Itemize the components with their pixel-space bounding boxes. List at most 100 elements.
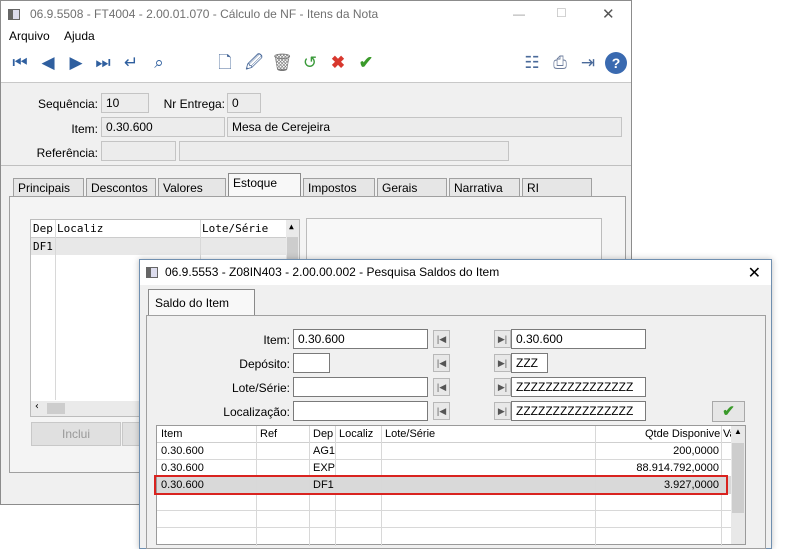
range-start-icon[interactable]: |◀ [433, 330, 450, 348]
filter-localizacao-label: Localização: [223, 405, 290, 419]
item-field[interactable]: 0.30.600 [101, 117, 225, 137]
tab-gerais[interactable]: Gerais [377, 178, 447, 196]
checkmark-icon: ✔ [722, 403, 735, 420]
grid-line [157, 527, 731, 528]
range-start-icon[interactable]: |◀ [433, 354, 450, 372]
localizacao-to-input[interactable]: ZZZZZZZZZZZZZZZZ [511, 401, 646, 421]
scroll-up-icon[interactable]: ▲ [734, 427, 742, 436]
lote-serie-from-input[interactable] [293, 377, 428, 397]
undo-icon[interactable]: ↺ [299, 52, 321, 74]
scroll-left-icon[interactable]: ‹ [34, 401, 40, 412]
referencia-description-field [179, 141, 509, 161]
menu-arquivo[interactable]: Arquivo [9, 29, 50, 43]
help-icon[interactable]: ? [605, 52, 627, 74]
main-title: 06.9.5508 - FT4004 - 2.00.01.070 - Cálcu… [30, 7, 379, 21]
menu-bar: Arquivo Ajuda [1, 28, 631, 46]
tab-narrativa[interactable]: Narrativa [449, 178, 520, 196]
grid-line [55, 220, 56, 400]
item-to-input[interactable]: 0.30.600 [511, 329, 646, 349]
dialog-title: 06.9.5553 - Z08IN403 - 2.00.00.002 - Pes… [165, 265, 500, 279]
exit-icon[interactable]: ⇥ [577, 52, 599, 74]
tab-descontos[interactable]: Descontos [86, 178, 156, 196]
col-ref: Ref [260, 428, 278, 440]
dialog-close-icon[interactable]: ✕ [748, 263, 761, 283]
deposito-to-input[interactable]: ZZZ [511, 353, 548, 373]
confirm-search-button[interactable]: ✔ [712, 401, 745, 422]
referencia-field[interactable] [101, 141, 176, 161]
col-item: Item [161, 428, 183, 440]
dialog-titlebar: 06.9.5553 - Z08IN403 - 2.00.00.002 - Pes… [140, 260, 771, 285]
prev-record-icon[interactable]: ◀ [37, 52, 59, 74]
item-from-input[interactable]: 0.30.600 [293, 329, 428, 349]
results-grid-header: Item Ref Dep Localiz Lote/Série Qtde Dis… [157, 426, 736, 443]
deposito-from-input[interactable] [293, 353, 330, 373]
range-start-icon[interactable]: |◀ [433, 402, 450, 420]
col-lote-serie: Lote/Série [385, 428, 436, 440]
filter-item-label: Item: [263, 333, 290, 347]
scroll-thumb-h[interactable] [47, 403, 65, 414]
edit-record-icon[interactable]: 🖉 [243, 52, 265, 74]
referencia-label: Referência: [36, 146, 98, 160]
cell-dep: EXP [313, 462, 336, 474]
highlight-box [154, 475, 728, 495]
first-record-icon[interactable]: ⏮ [9, 52, 31, 74]
tab-ri[interactable]: RI [522, 178, 592, 196]
minimize-icon[interactable]: — [513, 7, 525, 21]
return-icon[interactable]: ↵ [120, 52, 142, 74]
vertical-scrollbar[interactable]: ▲ [731, 426, 745, 544]
cell-item: 0.30.600 [161, 445, 204, 457]
results-grid[interactable]: Item Ref Dep Localiz Lote/Série Qtde Dis… [154, 425, 746, 546]
menu-ajuda[interactable]: Ajuda [64, 29, 95, 43]
app-icon [8, 9, 20, 20]
delete-icon[interactable]: 🗑 [271, 52, 293, 74]
sequencia-label: Sequência: [37, 97, 98, 111]
lote-serie-to-input[interactable]: ZZZZZZZZZZZZZZZZ [511, 377, 646, 397]
tree-icon[interactable]: ☷ [521, 52, 543, 74]
col-localiz: Localiz [57, 222, 104, 235]
inclui-button[interactable]: Inclui [31, 422, 121, 446]
print-icon[interactable]: ⎙ [549, 52, 571, 74]
grid-line [157, 459, 731, 460]
scroll-up-icon[interactable]: ▲ [289, 222, 294, 231]
confirm-icon[interactable]: ✔ [355, 52, 377, 74]
table-row[interactable]: DF1 [31, 238, 299, 255]
last-record-icon[interactable]: ⏭ [92, 52, 114, 74]
item-description-field: Mesa de Cerejeira [227, 117, 622, 137]
maximize-icon[interactable]: ☐ [556, 6, 567, 20]
cancel-icon[interactable]: ✖ [327, 52, 349, 74]
cell-dep: DF1 [33, 240, 53, 253]
sequencia-field[interactable]: 10 [101, 93, 149, 113]
table-row[interactable]: 0.30.600 AG1 200,0000 [157, 443, 731, 460]
filter-lote-serie-label: Lote/Série: [231, 381, 290, 395]
range-start-icon[interactable]: |◀ [433, 378, 450, 396]
cell-dep: AG1 [313, 445, 336, 457]
divider [1, 165, 631, 166]
range-end-icon[interactable]: ▶| [494, 354, 511, 372]
tab-principais[interactable]: Principais [13, 178, 84, 196]
tab-valores[interactable]: Valores [158, 178, 226, 196]
range-end-icon[interactable]: ▶| [494, 378, 511, 396]
localizacao-from-input[interactable] [293, 401, 428, 421]
range-end-icon[interactable]: ▶| [494, 402, 511, 420]
next-record-icon[interactable]: ▶ [65, 52, 87, 74]
col-lote-serie: Lote/Série [202, 222, 269, 235]
tab-impostos[interactable]: Impostos [303, 178, 375, 196]
col-dep: Dep [313, 428, 334, 440]
search-icon[interactable]: ⌕ [148, 52, 170, 74]
filter-deposito-label: Depósito: [239, 357, 290, 371]
col-localiz: Localiz [339, 428, 374, 440]
nr-entrega-field[interactable]: 0 [227, 93, 261, 113]
col-qtde-disponivel: Qtde Disponivel [645, 428, 723, 440]
grid-line [157, 510, 731, 511]
stock-grid-header: Dep Localiz Lote/Série [31, 220, 299, 238]
dialog-app-icon [146, 267, 158, 278]
cell-item: 0.30.600 [161, 462, 204, 474]
tab-estoque[interactable]: Estoque [228, 173, 301, 197]
main-titlebar: 06.9.5508 - FT4004 - 2.00.01.070 - Cálcu… [1, 1, 631, 28]
cell-qtde: 88.914.792,0000 [636, 462, 719, 474]
range-end-icon[interactable]: ▶| [494, 330, 511, 348]
tab-saldo-do-item[interactable]: Saldo do Item [148, 289, 255, 315]
new-record-icon[interactable]: 🗋 [214, 52, 236, 74]
close-icon[interactable]: ✕ [602, 5, 615, 23]
scroll-thumb[interactable] [732, 443, 744, 513]
